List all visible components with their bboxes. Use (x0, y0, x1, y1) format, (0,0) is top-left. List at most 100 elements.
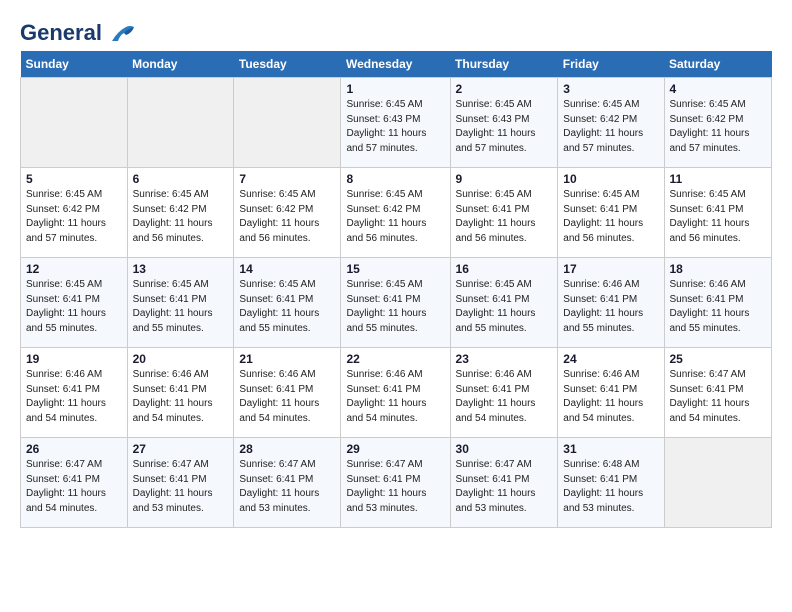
day-number: 9 (456, 172, 553, 186)
calendar-cell: 31 Sunrise: 6:48 AM Sunset: 6:41 PM Dayli… (558, 438, 664, 528)
calendar-week-row: 26 Sunrise: 6:47 AM Sunset: 6:41 PM Dayli… (21, 438, 772, 528)
day-number: 26 (26, 442, 122, 456)
day-info: Sunrise: 6:46 AM Sunset: 6:41 PM Dayligh… (346, 368, 444, 426)
logo-text: General (20, 20, 136, 45)
logo-bird-icon (110, 23, 136, 45)
day-number: 16 (456, 262, 553, 276)
day-number: 12 (26, 262, 122, 276)
calendar-cell (21, 78, 128, 168)
day-number: 30 (456, 442, 553, 456)
calendar-cell: 22 Sunrise: 6:46 AM Sunset: 6:41 PM Dayli… (341, 348, 450, 438)
day-info: Sunrise: 6:46 AM Sunset: 6:41 PM Dayligh… (563, 278, 658, 336)
day-number: 19 (26, 352, 122, 366)
calendar-cell: 15 Sunrise: 6:45 AM Sunset: 6:41 PM Dayli… (341, 258, 450, 348)
day-info: Sunrise: 6:47 AM Sunset: 6:41 PM Dayligh… (26, 458, 122, 516)
calendar-week-row: 12 Sunrise: 6:45 AM Sunset: 6:41 PM Dayli… (21, 258, 772, 348)
day-number: 22 (346, 352, 444, 366)
calendar-cell: 11Sunrise: 6:45 AM Sunset: 6:41 PM Dayli… (664, 168, 772, 258)
day-number: 29 (346, 442, 444, 456)
calendar-cell: 21 Sunrise: 6:46 AM Sunset: 6:41 PM Dayli… (234, 348, 341, 438)
day-number: 6 (133, 172, 229, 186)
day-number: 2 (456, 82, 553, 96)
day-info: Sunrise: 6:47 AM Sunset: 6:41 PM Dayligh… (133, 458, 229, 516)
day-info: Sunrise: 6:45 AM Sunset: 6:41 PM Dayligh… (456, 278, 553, 336)
page-header: General (20, 20, 772, 41)
calendar-cell: 4 Sunrise: 6:45 AM Sunset: 6:42 PM Daylig… (664, 78, 772, 168)
calendar-cell: 10 Sunrise: 6:45 AM Sunset: 6:41 PM Dayli… (558, 168, 664, 258)
day-number: 11 (670, 172, 767, 186)
day-info: Sunrise: 6:45 AM Sunset: 6:41 PM Dayligh… (563, 188, 658, 246)
calendar-cell: 29Sunrise: 6:47 AM Sunset: 6:41 PM Dayli… (341, 438, 450, 528)
day-number: 15 (346, 262, 444, 276)
day-info: Sunrise: 6:45 AM Sunset: 6:41 PM Dayligh… (133, 278, 229, 336)
day-info: Sunrise: 6:46 AM Sunset: 6:41 PM Dayligh… (456, 368, 553, 426)
calendar-cell (664, 438, 772, 528)
calendar-cell (234, 78, 341, 168)
calendar-week-row: 5 Sunrise: 6:45 AM Sunset: 6:42 PM Daylig… (21, 168, 772, 258)
day-info: Sunrise: 6:47 AM Sunset: 6:41 PM Dayligh… (456, 458, 553, 516)
calendar-cell: 18Sunrise: 6:46 AM Sunset: 6:41 PM Dayli… (664, 258, 772, 348)
weekday-header-sunday: Sunday (21, 51, 128, 78)
calendar-cell: 8 Sunrise: 6:45 AM Sunset: 6:42 PM Daylig… (341, 168, 450, 258)
calendar-cell: 19 Sunrise: 6:46 AM Sunset: 6:41 PM Dayli… (21, 348, 128, 438)
calendar-cell: 30 Sunrise: 6:47 AM Sunset: 6:41 PM Dayli… (450, 438, 558, 528)
logo: General (20, 20, 136, 41)
day-number: 31 (563, 442, 658, 456)
calendar-cell: 16 Sunrise: 6:45 AM Sunset: 6:41 PM Dayli… (450, 258, 558, 348)
calendar-cell: 13 Sunrise: 6:45 AM Sunset: 6:41 PM Dayli… (127, 258, 234, 348)
day-info: Sunrise: 6:46 AM Sunset: 6:41 PM Dayligh… (26, 368, 122, 426)
day-number: 23 (456, 352, 553, 366)
day-info: Sunrise: 6:46 AM Sunset: 6:41 PM Dayligh… (133, 368, 229, 426)
day-info: Sunrise: 6:45 AM Sunset: 6:42 PM Dayligh… (563, 98, 658, 156)
calendar-cell: 24 Sunrise: 6:46 AM Sunset: 6:41 PM Dayli… (558, 348, 664, 438)
day-info: Sunrise: 6:45 AM Sunset: 6:42 PM Dayligh… (133, 188, 229, 246)
day-info: Sunrise: 6:47 AM Sunset: 6:41 PM Dayligh… (239, 458, 335, 516)
weekday-header-saturday: Saturday (664, 51, 772, 78)
calendar-cell: 9 Sunrise: 6:45 AM Sunset: 6:41 PM Daylig… (450, 168, 558, 258)
day-number: 20 (133, 352, 229, 366)
day-info: Sunrise: 6:45 AM Sunset: 6:42 PM Dayligh… (670, 98, 767, 156)
day-info: Sunrise: 6:45 AM Sunset: 6:42 PM Dayligh… (346, 188, 444, 246)
calendar-cell: 1Sunrise: 6:45 AM Sunset: 6:43 PM Daylig… (341, 78, 450, 168)
calendar-cell: 23 Sunrise: 6:46 AM Sunset: 6:41 PM Dayli… (450, 348, 558, 438)
day-number: 13 (133, 262, 229, 276)
day-info: Sunrise: 6:47 AM Sunset: 6:41 PM Dayligh… (670, 368, 767, 426)
calendar-cell: 28 Sunrise: 6:47 AM Sunset: 6:41 PM Dayli… (234, 438, 341, 528)
day-info: Sunrise: 6:45 AM Sunset: 6:42 PM Dayligh… (26, 188, 122, 246)
weekday-header-friday: Friday (558, 51, 664, 78)
day-info: Sunrise: 6:45 AM Sunset: 6:41 PM Dayligh… (346, 278, 444, 336)
day-number: 24 (563, 352, 658, 366)
day-number: 5 (26, 172, 122, 186)
day-number: 10 (563, 172, 658, 186)
day-number: 4 (670, 82, 767, 96)
day-number: 14 (239, 262, 335, 276)
calendar-cell: 12Sunrise: 6:45 AM Sunset: 6:41 PM Dayli… (21, 258, 128, 348)
day-info: Sunrise: 6:48 AM Sunset: 6:41 PM Dayligh… (563, 458, 658, 516)
day-info: Sunrise: 6:46 AM Sunset: 6:41 PM Dayligh… (670, 278, 767, 336)
day-number: 3 (563, 82, 658, 96)
weekday-header-wednesday: Wednesday (341, 51, 450, 78)
calendar-cell: 27Sunrise: 6:47 AM Sunset: 6:41 PM Dayli… (127, 438, 234, 528)
calendar-week-row: 1Sunrise: 6:45 AM Sunset: 6:43 PM Daylig… (21, 78, 772, 168)
weekday-header-row: SundayMondayTuesdayWednesdayThursdayFrid… (21, 51, 772, 78)
day-number: 25 (670, 352, 767, 366)
day-info: Sunrise: 6:45 AM Sunset: 6:41 PM Dayligh… (456, 188, 553, 246)
calendar-cell: 20 Sunrise: 6:46 AM Sunset: 6:41 PM Dayli… (127, 348, 234, 438)
day-number: 28 (239, 442, 335, 456)
day-info: Sunrise: 6:45 AM Sunset: 6:43 PM Dayligh… (456, 98, 553, 156)
weekday-header-monday: Monday (127, 51, 234, 78)
weekday-header-tuesday: Tuesday (234, 51, 341, 78)
weekday-header-thursday: Thursday (450, 51, 558, 78)
day-info: Sunrise: 6:46 AM Sunset: 6:41 PM Dayligh… (563, 368, 658, 426)
day-info: Sunrise: 6:45 AM Sunset: 6:41 PM Dayligh… (239, 278, 335, 336)
calendar-cell: 7 Sunrise: 6:45 AM Sunset: 6:42 PM Daylig… (234, 168, 341, 258)
day-number: 8 (346, 172, 444, 186)
day-info: Sunrise: 6:46 AM Sunset: 6:41 PM Dayligh… (239, 368, 335, 426)
day-number: 21 (239, 352, 335, 366)
day-number: 17 (563, 262, 658, 276)
day-info: Sunrise: 6:45 AM Sunset: 6:42 PM Dayligh… (239, 188, 335, 246)
calendar-cell: 26 Sunrise: 6:47 AM Sunset: 6:41 PM Dayli… (21, 438, 128, 528)
day-info: Sunrise: 6:45 AM Sunset: 6:43 PM Dayligh… (346, 98, 444, 156)
day-number: 7 (239, 172, 335, 186)
calendar-cell: 2 Sunrise: 6:45 AM Sunset: 6:43 PM Daylig… (450, 78, 558, 168)
